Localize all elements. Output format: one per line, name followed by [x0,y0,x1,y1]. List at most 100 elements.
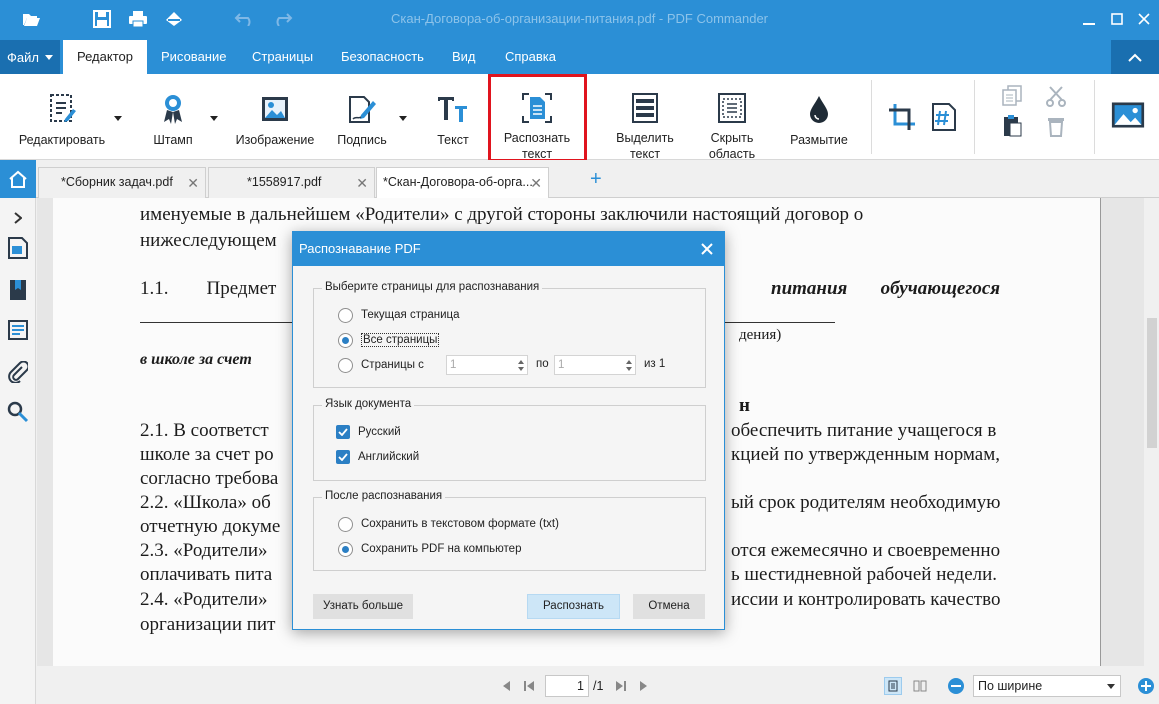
radio-save-txt[interactable]: Сохранить в текстовом формате (txt) [338,516,559,532]
doc-text-line: ь шестидневной рабочей недели. [731,564,998,585]
close-icon[interactable]: ✕ [187,176,199,190]
close-icon[interactable]: ✕ [356,176,368,190]
close-icon[interactable]: ✕ [530,176,542,190]
signature-dropdown-arrow[interactable] [399,116,407,121]
zoom-out-icon[interactable] [947,677,965,695]
recognize-text-label-2: текст [521,147,553,161]
doc-text-line: организации пит [140,614,276,635]
delete-button[interactable] [1042,74,1070,160]
page-number-input[interactable]: 1 [545,675,589,697]
doc-tab-3[interactable]: *Скан-Договора-об-орга... ✕ [376,167,549,199]
spinner-up-icon[interactable] [518,360,524,364]
radio-button[interactable] [338,307,353,323]
dialog-close-button[interactable] [698,240,716,258]
radio-button[interactable] [338,516,353,532]
checkbox-russian[interactable]: Русский [336,424,401,440]
cancel-button[interactable]: Отмена [633,594,705,619]
save-icon[interactable] [91,8,113,30]
zoom-select[interactable]: По ширине [973,675,1121,697]
attachment-icon[interactable] [6,360,30,384]
stamp-label: Штамп [153,133,193,147]
checkbox[interactable] [336,450,350,464]
select-text-button[interactable]: Выделить текст [608,74,682,161]
stamp-dropdown-arrow[interactable] [210,116,218,121]
radio-page-range[interactable]: Страницы с [338,357,424,373]
tab-view[interactable]: Вид [438,40,490,74]
signature-button[interactable]: Подпись [334,74,390,160]
doc-text-line: кцией по утвержденным нормам, [731,444,1001,465]
next-page-icon[interactable] [637,679,651,693]
image-icon [258,92,292,126]
checkbox-english[interactable]: Английский [336,449,419,465]
vertical-scrollbar[interactable] [1144,198,1159,666]
page-from-spinner[interactable]: 1 [446,355,528,375]
learn-more-button[interactable]: Узнать больше [313,594,413,619]
checkbox[interactable] [336,425,350,439]
tab-help[interactable]: Справка [491,40,570,74]
blur-button[interactable]: Размытие [786,74,852,160]
maximize-button[interactable] [1106,8,1128,30]
tab-pages[interactable]: Страницы [238,40,327,74]
edit-button[interactable]: Редактировать [14,74,110,160]
radio-button[interactable] [338,541,353,557]
add-tab-button[interactable]: + [590,169,602,189]
text-button[interactable]: Текст [432,74,474,160]
annotations-icon[interactable] [6,318,30,342]
checkbox-label: Русский [358,426,401,438]
title-bar: Скан-Договора-об-организации-питания.pdf… [0,0,1159,38]
bookmarks-icon[interactable] [6,278,30,302]
close-window-button[interactable] [1133,8,1155,30]
scanner-icon[interactable] [163,8,185,30]
insert-image-button[interactable] [1106,74,1150,160]
stamp-button[interactable]: Штамп [148,74,198,160]
redo-icon[interactable] [271,8,293,30]
after-group-title: После распознавания [322,490,446,502]
page-to-spinner[interactable]: 1 [554,355,636,375]
radio-label: Сохранить в текстовом формате (txt) [361,518,559,530]
collapse-ribbon-button[interactable] [1111,40,1159,74]
two-page-view-icon[interactable] [913,679,927,693]
prev-page-icon[interactable] [499,679,513,693]
search-icon[interactable] [6,400,30,424]
crop-button[interactable] [884,74,920,160]
spinner-down-icon[interactable] [518,367,524,371]
tab-editor[interactable]: Редактор [63,40,147,74]
undo-icon[interactable] [234,8,256,30]
page-number-button[interactable] [926,74,962,160]
doc-tab-2[interactable]: *1558917.pdf ✕ [208,167,375,198]
tab-drawing[interactable]: Рисование [147,40,240,74]
radio-button[interactable] [338,357,353,373]
thumbnails-icon[interactable] [6,236,30,260]
home-button[interactable] [0,160,36,198]
spinner-down-icon[interactable] [626,367,632,371]
recognize-text-button[interactable]: Распознать текст [494,74,580,161]
scrollbar-thumb[interactable] [1147,318,1157,448]
hide-area-button[interactable]: Скрыть область [700,74,764,161]
print-icon[interactable] [127,8,149,30]
doc-text-line: иссии и контролировать качество [731,589,1001,610]
single-page-view-icon[interactable] [884,677,902,695]
radio-button[interactable] [338,332,353,348]
select-text-icon [628,92,662,124]
minimize-button[interactable] [1078,8,1100,30]
select-text-label-2: текст [629,147,661,161]
recognize-button[interactable]: Распознать [527,594,620,619]
radio-current-page[interactable]: Текущая страница [338,307,460,323]
paste-button[interactable] [998,74,1026,160]
edit-dropdown-arrow[interactable] [114,116,122,121]
file-menu-button[interactable]: Файл [0,40,60,74]
doc-tab-label: *1558917.pdf [247,175,322,189]
first-page-icon[interactable] [522,679,536,693]
radio-all-pages[interactable]: Все страницы [338,332,440,348]
zoom-in-icon[interactable] [1137,677,1155,695]
expand-sidebar-button[interactable] [6,206,30,230]
last-page-icon[interactable] [614,679,628,693]
spinner-up-icon[interactable] [626,360,632,364]
pages-group-title: Выберите страницы для распознавания [322,281,543,293]
radio-save-pdf[interactable]: Сохранить PDF на компьютер [338,541,521,557]
tab-security[interactable]: Безопасность [327,40,438,74]
open-folder-icon[interactable] [20,8,42,30]
doc-tab-1[interactable]: *Сборник задач.pdf ✕ [38,167,206,198]
signature-label: Подпись [337,133,387,147]
image-button[interactable]: Изображение [232,74,318,160]
